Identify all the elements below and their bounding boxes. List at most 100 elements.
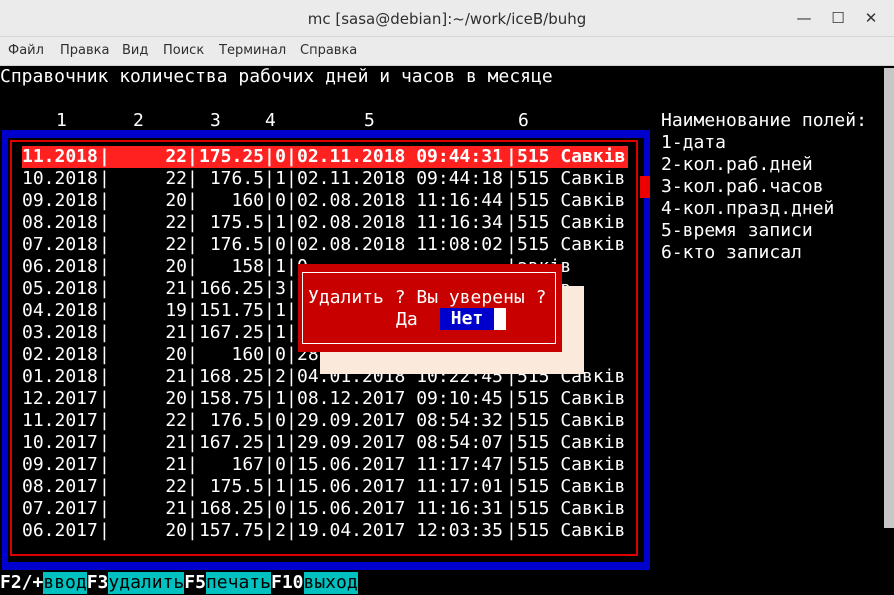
menu-view[interactable]: Вид (122, 43, 148, 58)
terminal-screen[interactable]: Справочник количества рабочих дней и час… (0, 66, 894, 595)
column-separator: | (264, 146, 275, 167)
menu-help[interactable]: Справка (300, 43, 357, 58)
cell-date: 06.2017 (22, 520, 98, 541)
table-row[interactable]: 07.2017 | 21 | 168.25 | 0 | 15.06.2017 11:16:31 |… (22, 498, 625, 520)
cell-date: 07.2018 (22, 234, 98, 255)
cell-time: 02.08.2018 11:16:44 (297, 190, 503, 211)
table-row-selected[interactable]: 11.2018 | 22 | 175.25 | 0 | 02.11.2018 09:44:31 |… (22, 146, 628, 168)
column-separator: | (99, 212, 110, 233)
cell-time: 08.12.2017 09:10:45 (297, 388, 503, 409)
column-separator: | (99, 454, 110, 475)
column-separator: | (99, 344, 110, 365)
cell-days: 21 (165, 322, 187, 343)
column-separator: | (187, 344, 198, 365)
cell-hours: 175.5 (209, 476, 264, 497)
column-separator: | (187, 432, 198, 453)
column-separator: | (264, 476, 275, 497)
table-row[interactable]: 09.2018 | 20 | 160 | 0 | 02.08.2018 11:16:44 | 515… (22, 190, 625, 212)
column-separator: | (506, 410, 517, 431)
cell-time: 15.06.2017 11:16:31 (297, 498, 503, 519)
table-row[interactable]: 10.2018 | 22 | 176.5 | 1 | 02.11.2018 09:44:18 | 5… (22, 168, 625, 190)
cell-holidays: 0 (275, 234, 286, 255)
f5-label-print[interactable]: печать (205, 572, 271, 594)
cell-holidays: 0 (275, 190, 286, 211)
menu-file[interactable]: Файл (8, 43, 44, 58)
minimize-button[interactable]: — (795, 9, 813, 27)
cell-holidays: 0 (275, 146, 286, 167)
menu-edit[interactable]: Правка (60, 43, 109, 58)
column-separator: | (286, 432, 297, 453)
legend-field-6: 6-кто записал (661, 242, 802, 263)
table-row[interactable]: 08.2017 | 22 | 175.5 | 1 | 15.06.2017 11:17:01 | 5… (22, 476, 625, 498)
column-separator: | (286, 278, 297, 299)
cell-hours: 175.25 (198, 146, 264, 167)
f10-label-exit[interactable]: выход (303, 572, 358, 594)
cell-holidays: 2 (275, 520, 286, 541)
table-row[interactable]: 06.2017 | 20 | 157.75 | 2 | 19.04.2017 12:03:35 |… (22, 520, 625, 542)
table-row[interactable]: 11.2017 | 22 | 176.5 | 0 | 29.09.2017 08:54:32 | 5… (22, 410, 625, 432)
column-separator: | (286, 498, 297, 519)
cell-holidays: 0 (275, 344, 286, 365)
yes-button[interactable]: Да (396, 309, 418, 331)
column-separator: | (286, 212, 297, 233)
table-row[interactable]: 08.2018 | 22 | 175.5 | 1 | 02.08.2018 11:16:34 | 5… (22, 212, 625, 234)
table-row[interactable]: 07.2018 | 22 | 176.5 | 0 | 02.08.2018 11:08:02 | 5… (22, 234, 626, 256)
cell-holidays: 2 (275, 366, 286, 387)
cell-who: 515 Савків (517, 146, 626, 167)
column-separator: | (264, 344, 275, 365)
column-separator: | (286, 454, 297, 475)
cell-hours: 158.75 (198, 388, 264, 409)
table-row[interactable]: 12.2017 | 20 | 158.75 | 1 | 08.12.2017 09:10:45 |… (22, 388, 625, 410)
legend-field-4: 4-кол.празд.дней (661, 198, 835, 219)
column-separator: | (506, 234, 517, 255)
maximize-button[interactable]: ☐ (829, 9, 847, 27)
window-titlebar: mc [sasa@debian]:~/work/iceB/buhg — ☐ ✕ (0, 0, 894, 37)
cell-hours: 167.25 (198, 322, 264, 343)
cell-days: 22 (165, 168, 187, 189)
cell-hours: 151.75 (198, 300, 264, 321)
f2-label-add[interactable]: ввод (43, 572, 87, 594)
cell-hours: 168.25 (198, 366, 264, 387)
cell-hours: 166.25 (198, 278, 264, 299)
no-button[interactable]: Нет (440, 308, 494, 330)
f3-label-delete[interactable]: удалить (108, 572, 185, 594)
f5-key[interactable]: F5 (184, 572, 206, 594)
cell-who: 515 Савків (517, 454, 626, 475)
cell-date: 12.2017 (22, 388, 98, 409)
f10-key[interactable]: F10 (270, 572, 304, 594)
column-separator: | (187, 388, 198, 409)
column-separator: | (187, 322, 198, 343)
column-separator: | (99, 432, 110, 453)
f2-key[interactable]: F2/+ (0, 572, 44, 594)
cell-holidays: 0 (275, 498, 286, 519)
cell-holidays: 0 (275, 454, 286, 475)
window-scrollbar[interactable] (884, 68, 894, 528)
menu-terminal[interactable]: Терминал (219, 43, 286, 58)
column-separator: | (506, 520, 517, 541)
column-separator: | (187, 366, 198, 387)
cell-time: 29.09.2017 08:54:32 (297, 410, 503, 431)
column-separator: | (187, 190, 198, 211)
column-separator: | (264, 520, 275, 541)
column-separator: | (99, 498, 110, 519)
list-scroll-thumb[interactable] (640, 176, 650, 198)
table-row[interactable]: 09.2017 | 21 | 167 | 0 | 15.06.2017 11:17:47 | 515… (22, 454, 626, 476)
f3-key[interactable]: F3 (86, 572, 109, 594)
cell-days: 22 (165, 476, 187, 497)
column-separator: | (99, 146, 110, 167)
cell-hours: 160 (231, 344, 264, 365)
cell-date: 08.2017 (22, 476, 98, 497)
cell-who: 515 Савків (517, 234, 626, 255)
table-row[interactable]: 10.2017 | 21 | 167.25 | 1 | 29.09.2017 08:54:07 |… (22, 432, 625, 454)
cell-hours: 167.25 (198, 432, 264, 453)
cell-time: 15.06.2017 11:17:47 (297, 454, 503, 475)
column-separator: | (264, 498, 275, 519)
menu-search[interactable]: Поиск (163, 43, 204, 58)
column-separator: | (506, 454, 517, 475)
cell-days: 22 (165, 146, 187, 167)
column-separator: | (264, 366, 275, 387)
column-separator: | (187, 410, 198, 431)
close-button[interactable]: ✕ (862, 9, 880, 27)
cell-days: 21 (165, 278, 187, 299)
column-separator: | (187, 146, 198, 167)
